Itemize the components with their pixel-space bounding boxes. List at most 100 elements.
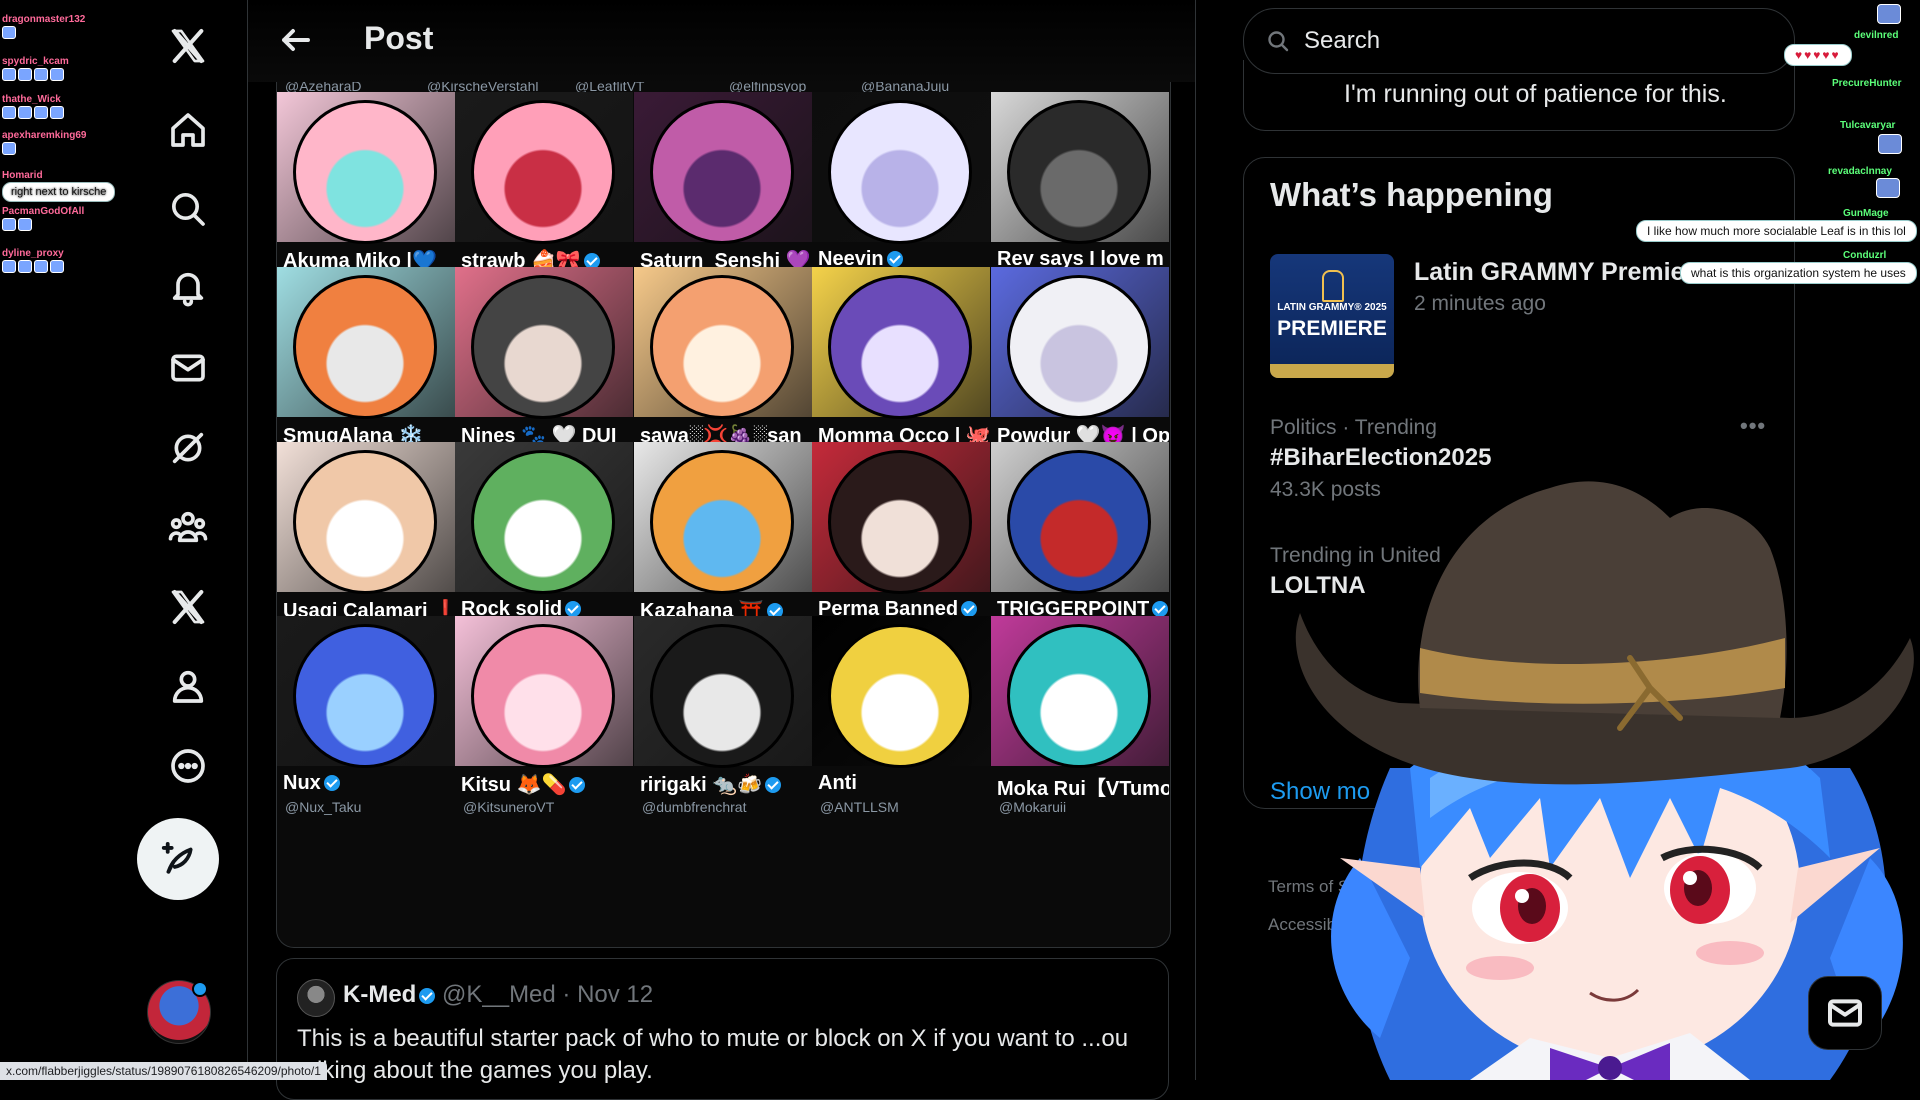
profile-avatar — [650, 450, 794, 594]
chat-username: Conduzrl — [1843, 250, 1887, 261]
grok-icon[interactable] — [156, 416, 220, 480]
thumb-top-text: LATIN GRAMMY® 2025 — [1277, 302, 1387, 313]
link-status-bar: x.com/flabberjiggles/status/198907618082… — [0, 1062, 327, 1080]
tweet-header: K-Med @K__Med · Nov 12 — [343, 981, 653, 1009]
communities-icon[interactable] — [156, 495, 220, 559]
main-column: Post @AzeharaD @KirscheVerstahl @LeaflitVT… — [247, 0, 1196, 1100]
chat-emote-icon — [50, 260, 64, 273]
profile-name-text: Anti — [818, 772, 857, 794]
chat-emote-icon — [18, 68, 32, 81]
verified-badge-icon — [565, 601, 582, 617]
profile-name: ririgaki 🐀🍻 — [640, 772, 812, 797]
chat-emote-icon — [34, 68, 48, 81]
tweet-handle-date: @K__Med · Nov 12 — [442, 981, 654, 1008]
chat-emote-icon — [1878, 134, 1902, 154]
search-box[interactable] — [1243, 8, 1795, 74]
latin-grammy-thumbnail[interactable]: LATIN GRAMMY® 2025 PREMIERE — [1270, 254, 1394, 378]
starter-pack-profile[interactable]: Anti @ANTLLSM — [812, 616, 990, 828]
profile-avatar — [650, 624, 794, 768]
chat-entry: dragonmaster132 — [2, 14, 85, 39]
profile-avatar — [293, 624, 437, 768]
chat-emote-row — [2, 142, 87, 155]
trend-meta: Politics · Trending — [1270, 416, 1437, 439]
x-logo-icon[interactable] — [156, 14, 220, 78]
tweet-author-avatar[interactable] — [297, 979, 335, 1017]
chat-emote-icon — [2, 106, 16, 119]
previous-card-text: I'm running out of patience for this. — [1344, 80, 1727, 108]
verified-badge-icon — [961, 601, 978, 617]
more-icon[interactable] — [156, 734, 220, 798]
chat-emote-icon — [1877, 4, 1901, 24]
search-icon — [1268, 31, 1289, 52]
profile-name-text: Kitsu 🦊💊 — [461, 774, 567, 796]
stream-chat-overlay-left: dragonmaster132 spydric_kcam thathe_Wick ap… — [0, 0, 118, 285]
profile-name-text: Nux — [283, 772, 321, 794]
profile-avatar — [828, 450, 972, 594]
chat-username: dyline_proxy — [2, 248, 64, 259]
profile-avatar — [293, 275, 437, 419]
profile-avatar — [471, 275, 615, 419]
chat-message: what is this organization system he uses — [1680, 262, 1917, 284]
chat-emote-icon — [34, 260, 48, 273]
starter-pack-profile[interactable]: ririgaki 🐀🍻 @dumbfrenchrat — [634, 616, 812, 828]
quoted-tweet-card[interactable]: K-Med @K__Med · Nov 12 This is a beautif… — [276, 958, 1169, 1100]
home-icon[interactable] — [156, 98, 220, 162]
trends-title: What’s happening — [1270, 176, 1553, 213]
verified-badge-icon — [419, 988, 436, 1004]
search-input[interactable] — [1302, 23, 1776, 59]
profile-handle: @Mokaruii — [999, 799, 1067, 815]
messages-drawer-button[interactable] — [1808, 976, 1882, 1050]
profile-avatar — [828, 624, 972, 768]
chat-emote-icon — [2, 68, 16, 81]
chat-emote-strip: ♥♥♥♥♥ — [1784, 44, 1852, 66]
profile-name: Anti — [818, 772, 990, 795]
profile-avatar — [471, 100, 615, 244]
trend-more-icon[interactable]: ••• — [1740, 413, 1770, 438]
chat-username: Tulcavaryar — [1840, 120, 1896, 131]
chat-emote-row — [2, 260, 64, 273]
chat-username: GunMage — [1843, 208, 1889, 219]
starter-pack-profile[interactable]: Kitsu 🦊💊 @KitsuneroVT — [455, 616, 633, 828]
profile-avatar — [650, 100, 794, 244]
account-avatar[interactable] — [147, 980, 211, 1044]
tweet-text: This is a beautiful starter pack of who … — [297, 1025, 1129, 1084]
profile-avatar — [471, 624, 615, 768]
starter-pack-profile[interactable]: Moka Rui【VTumor @Mokaruii — [991, 616, 1169, 828]
notifications-icon[interactable] — [156, 256, 220, 320]
chat-emote-icon — [18, 260, 32, 273]
chat-emote-icon — [50, 106, 64, 119]
explore-icon[interactable] — [156, 177, 220, 241]
profile-avatar — [293, 100, 437, 244]
starter-pack-profile[interactable]: Nux @Nux_Taku — [277, 616, 455, 828]
starter-pack-image[interactable]: @AzeharaD @KirscheVerstahl @LeaflitVT @elfi… — [276, 82, 1171, 948]
verified-badge-icon — [765, 777, 782, 793]
compose-post-button[interactable] — [137, 818, 219, 900]
top-handles-row: @AzeharaD @KirscheVerstahl @LeaflitVT @elfi… — [277, 82, 1170, 94]
chat-entry: dyline_proxy — [2, 248, 64, 273]
chat-username: revadaclnnay — [1828, 166, 1892, 177]
chat-emote-icon — [18, 106, 32, 119]
messages-icon[interactable] — [156, 336, 220, 400]
chat-emote-icon — [34, 106, 48, 119]
chat-message: right next to kirsche — [2, 182, 116, 202]
envelope-icon — [1828, 999, 1862, 1027]
page-title: Post — [364, 20, 434, 56]
chat-message: I like how much more socialable Leaf is … — [1636, 220, 1917, 242]
chat-emote-icon — [18, 218, 32, 231]
profile-handle: @Nux_Taku — [285, 799, 362, 815]
tweet-author-name[interactable]: K-Med — [343, 981, 416, 1008]
chat-emote-row — [2, 106, 64, 119]
chat-username: PrecureHunter — [1832, 78, 1902, 89]
profile-avatar — [1007, 450, 1151, 594]
profile-avatar — [293, 450, 437, 594]
chat-emote-icon — [50, 68, 64, 81]
chat-emote-icon — [1876, 178, 1900, 198]
chat-entry: thathe_Wick — [2, 94, 64, 119]
profile-avatar — [1007, 624, 1151, 768]
profile-icon[interactable] — [156, 654, 220, 718]
promo-title[interactable]: Latin GRAMMY Premier — [1414, 258, 1694, 287]
back-arrow-icon[interactable] — [278, 22, 314, 58]
profile-name-text: ririgaki 🐀🍻 — [640, 774, 763, 796]
premium-x-icon[interactable] — [156, 575, 220, 639]
verified-badge-icon — [886, 251, 903, 267]
